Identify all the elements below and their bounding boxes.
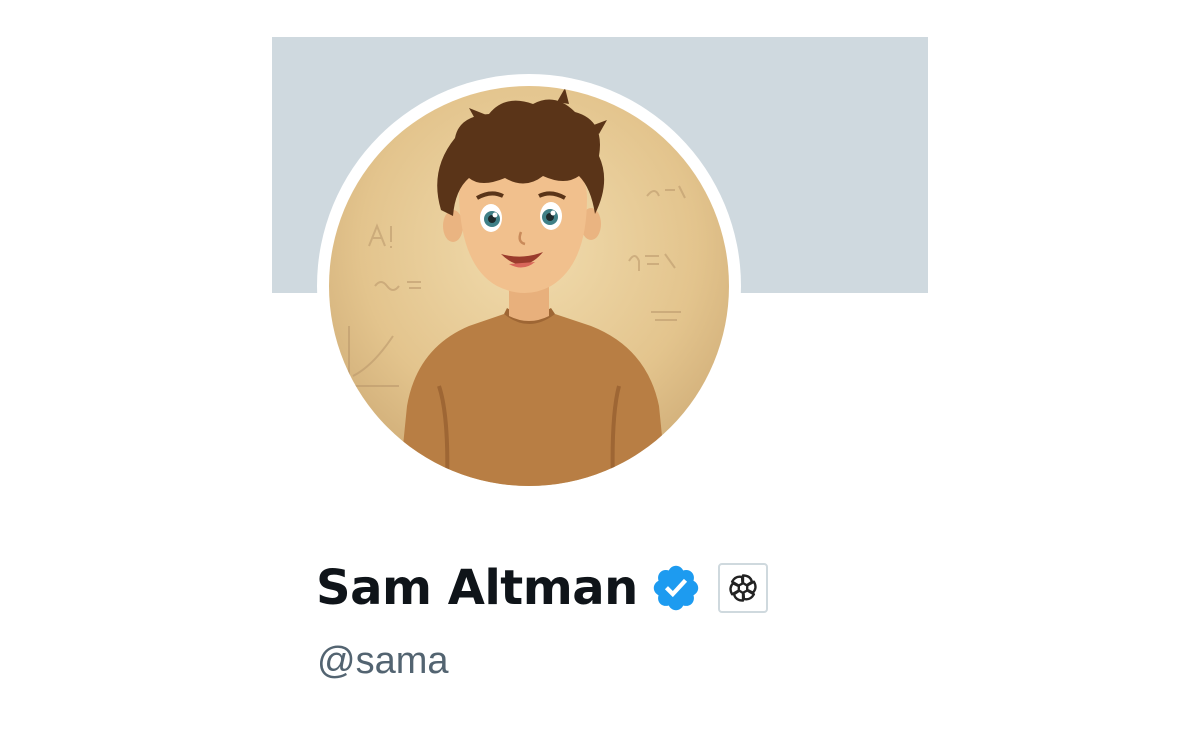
profile-header: Sam Altman @sama	[0, 0, 1200, 739]
verified-checkmark-icon[interactable]	[650, 562, 702, 614]
user-handle: @sama	[317, 640, 449, 682]
name-row: Sam Altman	[316, 556, 768, 620]
avatar[interactable]	[329, 86, 729, 486]
avatar-illustration	[329, 86, 729, 486]
openai-logo-icon	[726, 572, 760, 604]
display-name[interactable]: Sam Altman	[316, 556, 638, 620]
affiliate-badge[interactable]	[717, 563, 768, 613]
